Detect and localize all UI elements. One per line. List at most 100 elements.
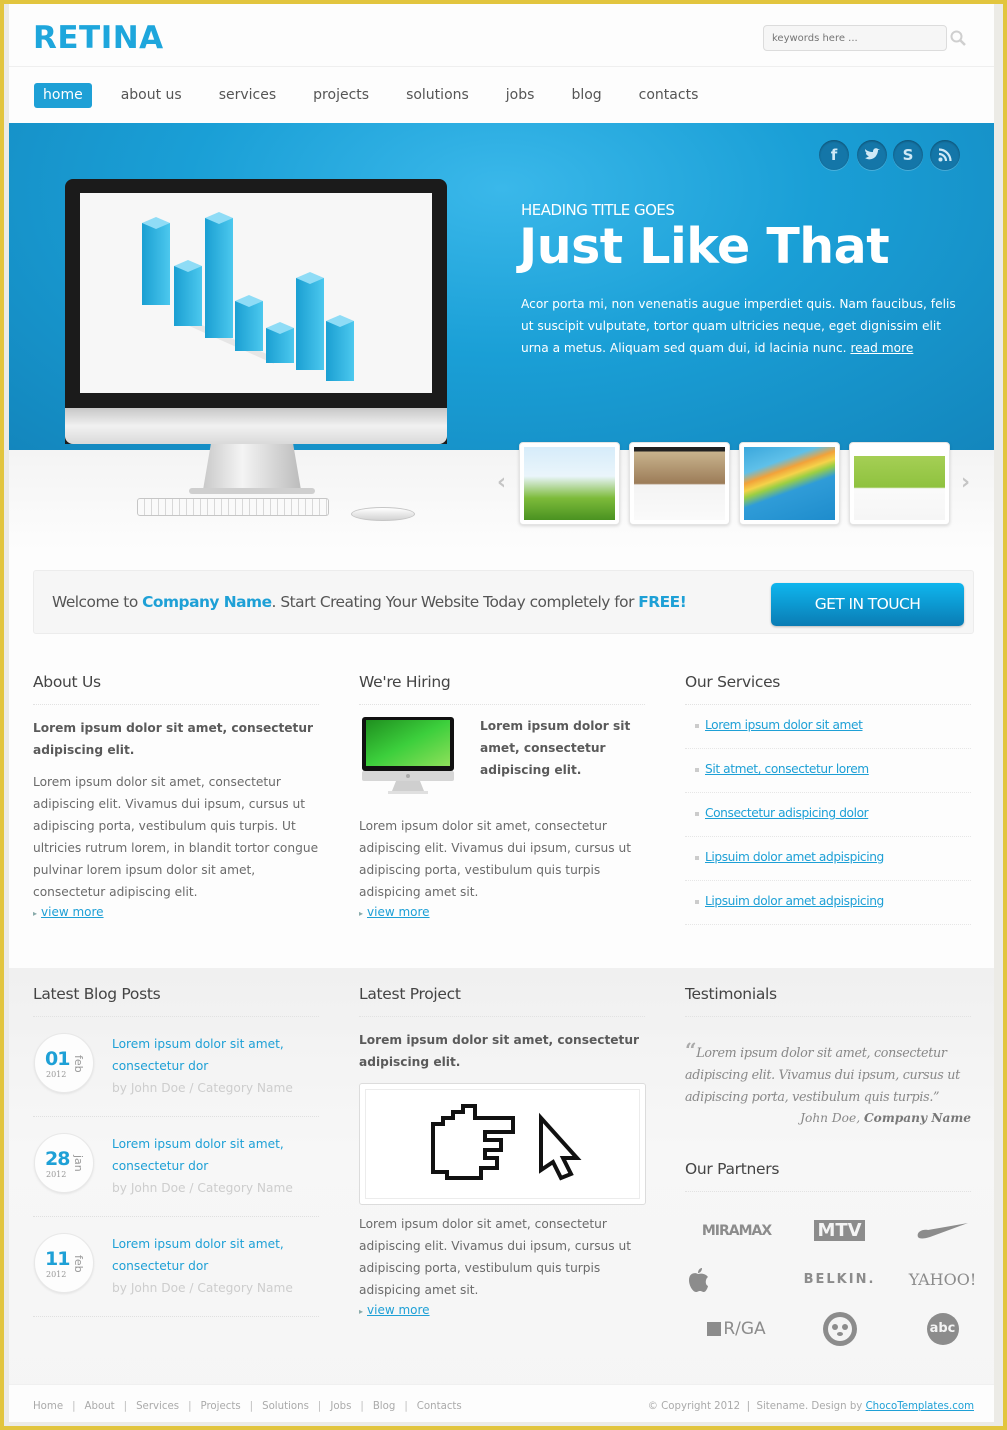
service-link-2[interactable]: Sit atmet, consectetur lorem — [705, 762, 869, 776]
bullet-icon — [695, 855, 699, 860]
service-item: Lorem ipsum dolor sit amet — [685, 705, 971, 749]
get-in-touch-button[interactable]: GET IN TOUCH — [771, 583, 964, 626]
hero-kicker: HEADING TITLE GOES — [521, 201, 675, 219]
footer-link-blog[interactable]: Blog — [373, 1401, 396, 1412]
nav-item-services[interactable]: services — [219, 83, 276, 108]
nav-item-contacts[interactable]: contacts — [639, 83, 699, 108]
slider-next-arrow[interactable]: › — [961, 470, 970, 495]
post-day: 11 — [45, 1248, 70, 1270]
slider-thumbnail-4[interactable] — [849, 442, 950, 525]
footer-link-services[interactable]: Services — [136, 1401, 179, 1412]
bullet-icon — [695, 723, 699, 728]
post-title-link[interactable]: Lorem ipsum dolor sit amet, consectetur … — [112, 1133, 312, 1177]
miramax-logo[interactable]: MIRAMAX — [685, 1206, 788, 1255]
footer-link-jobs[interactable]: Jobs — [330, 1401, 351, 1412]
hiring-title: We're Hiring — [359, 673, 645, 705]
post-month: feb — [72, 1255, 85, 1273]
welcome-middle: . Start Creating Your Website Today comp… — [271, 593, 639, 611]
welcome-free: FREE! — [638, 593, 687, 611]
services-title: Our Services — [685, 673, 971, 705]
rga-logo[interactable]: R/GA — [685, 1304, 788, 1353]
facebook-icon[interactable]: f — [819, 140, 849, 170]
keyboard-graphic — [137, 498, 329, 516]
service-link-5[interactable]: Lipsuim dolor amet adpispicing — [705, 894, 884, 908]
rss-icon[interactable] — [930, 140, 960, 170]
slider-thumbnail-3[interactable] — [739, 442, 840, 525]
footer-link-projects[interactable]: Projects — [201, 1401, 241, 1412]
footer-link-about[interactable]: About — [85, 1401, 115, 1412]
designer-link[interactable]: ChocoTemplates.com — [866, 1401, 974, 1412]
service-link-4[interactable]: Lipsuim dolor amet adpispicing — [705, 850, 884, 864]
footer-link-contacts[interactable]: Contacts — [417, 1401, 462, 1412]
post-year: 2012 — [46, 1170, 67, 1179]
post-month: jan — [72, 1155, 85, 1172]
abc-logo[interactable]: abc — [891, 1304, 994, 1353]
welcome-company: Company Name — [142, 593, 272, 611]
bullet-icon — [695, 811, 699, 816]
monitor-screen — [80, 193, 432, 393]
site-logo[interactable]: RETINA — [33, 20, 164, 56]
project-title: Latest Project — [359, 985, 645, 1017]
post-day: 28 — [45, 1148, 70, 1170]
nav-item-blog[interactable]: blog — [571, 83, 601, 108]
footer-link-home[interactable]: Home — [33, 1401, 63, 1412]
service-item: Consectetur adispicing dolor — [685, 793, 971, 837]
service-link-1[interactable]: Lorem ipsum dolor sit amet — [705, 718, 863, 732]
testimonial-author: John Doe, Company Name — [685, 1108, 971, 1128]
project-image[interactable] — [359, 1083, 646, 1205]
slider-prev-arrow[interactable]: ‹ — [497, 470, 506, 495]
service-link-3[interactable]: Consectetur adispicing dolor — [705, 806, 869, 820]
bar-chart-graphic — [142, 212, 354, 381]
testimonials-title: Testimonials — [685, 985, 971, 1017]
service-item: Lipsuim dolor amet adpispicing — [685, 881, 971, 925]
project-lead: Lorem ipsum dolor sit amet, consectetur … — [359, 1033, 640, 1069]
services-list: Lorem ipsum dolor sit amet Sit atmet, co… — [685, 705, 971, 925]
apple-logo[interactable] — [685, 1255, 788, 1304]
project-view-more-link[interactable]: view more — [359, 1301, 645, 1321]
hiring-body: Lorem ipsum dolor sit amet, consectetur … — [359, 819, 632, 899]
quote-text: Lorem ipsum dolor sit amet, consectetur … — [685, 1045, 960, 1104]
nav-item-jobs[interactable]: jobs — [506, 83, 535, 108]
footer-link-solutions[interactable]: Solutions — [262, 1401, 309, 1412]
belkin-logo[interactable]: BELKIN. — [788, 1255, 891, 1304]
slider-thumbnail-1[interactable] — [519, 442, 620, 525]
monitor-illustration — [65, 179, 447, 444]
service-item: Sit atmet, consectetur lorem — [685, 749, 971, 793]
yahoo-logo[interactable]: YAHOO! — [891, 1255, 994, 1304]
post-meta: by John Doe / Category Name — [112, 1181, 293, 1195]
hiring-view-more-link[interactable]: view more — [359, 903, 645, 923]
post-month: feb — [72, 1055, 85, 1073]
search-input[interactable] — [763, 25, 947, 51]
date-badge: 01 2012 feb — [34, 1033, 94, 1093]
nav-item-projects[interactable]: projects — [313, 83, 369, 108]
post-title-link[interactable]: Lorem ipsum dolor sit amet, consectetur … — [112, 1233, 312, 1277]
post-year: 2012 — [46, 1270, 67, 1279]
nav-item-solutions[interactable]: solutions — [406, 83, 469, 108]
read-more-link[interactable]: read more — [850, 341, 913, 355]
skype-icon[interactable]: S — [893, 140, 923, 170]
monitor-stand-base — [189, 488, 315, 494]
search-icon[interactable] — [949, 29, 967, 47]
hiring-section: We're Hiring Lorem ipsum dolor sit amet,… — [359, 673, 645, 923]
welcome-prefix: Welcome to — [52, 593, 143, 611]
hiring-lead: Lorem ipsum dolor sit amet, consectetur … — [480, 719, 631, 777]
date-badge: 28 2012 jan — [34, 1133, 94, 1193]
mtv-logo[interactable]: MTV — [788, 1206, 891, 1255]
main-nav: home about us services projects solution… — [34, 83, 735, 108]
nav-item-home[interactable]: home — [34, 83, 92, 108]
nike-logo[interactable] — [891, 1206, 994, 1255]
hero-text: Acor porta mi, non venenatis augue imper… — [521, 293, 971, 359]
partners-title: Our Partners — [685, 1160, 971, 1192]
slider-thumbnail-2[interactable] — [629, 442, 730, 525]
post-title-link[interactable]: Lorem ipsum dolor sit amet, consectetur … — [112, 1033, 312, 1077]
about-view-more-link[interactable]: view more — [33, 903, 319, 923]
nav-item-about-us[interactable]: about us — [121, 83, 182, 108]
testimonials-section: Testimonials “Lorem ipsum dolor sit amet… — [685, 985, 976, 1353]
footer-nav: Home | About | Services | Projects | Solutio… — [33, 1401, 462, 1412]
post-day: 01 — [45, 1048, 70, 1070]
twitter-icon[interactable] — [857, 140, 887, 170]
project-body: Lorem ipsum dolor sit amet, consectetur … — [359, 1217, 632, 1297]
post-meta: by John Doe / Category Name — [112, 1081, 293, 1095]
wwf-panda-logo[interactable] — [788, 1304, 891, 1353]
project-section: Latest Project Lorem ipsum dolor sit ame… — [359, 985, 646, 1321]
